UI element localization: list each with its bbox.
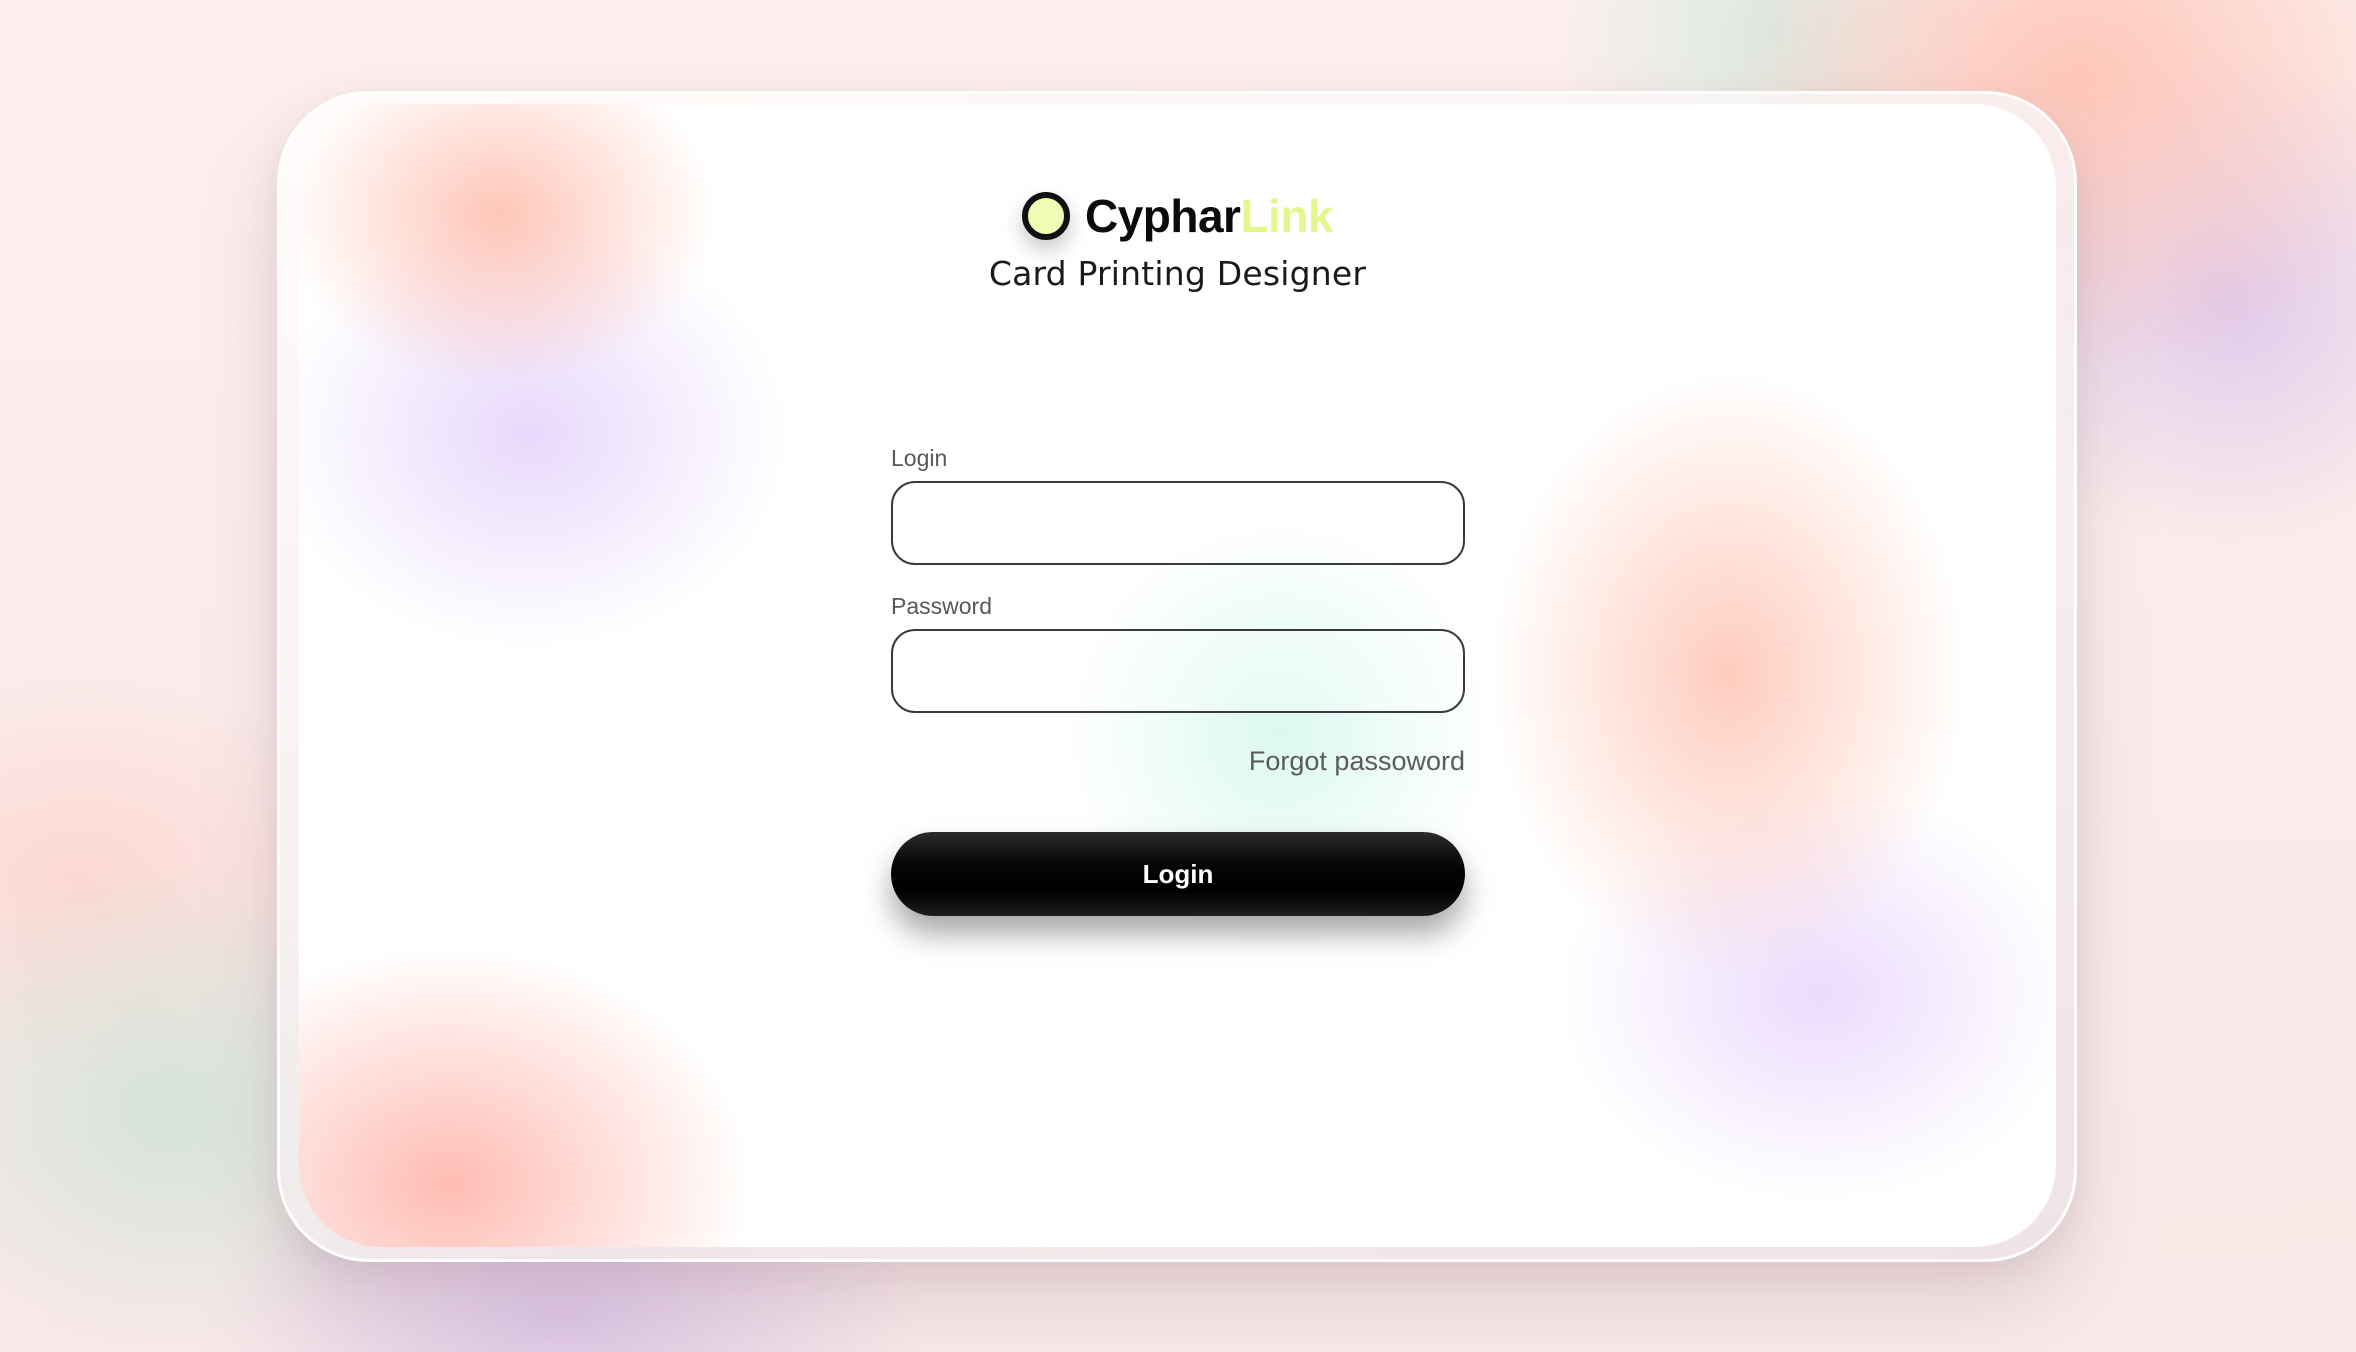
- login-input[interactable]: [891, 481, 1465, 565]
- brand-name-primary: Cyphar: [1084, 190, 1241, 242]
- forgot-password-link[interactable]: Forgot passoword: [1235, 746, 1465, 777]
- login-card: CypharLink Card Printing Designer Login …: [299, 104, 2056, 1247]
- password-input[interactable]: [891, 629, 1465, 713]
- password-label: Password: [891, 593, 992, 619]
- brand-name-accent: Link: [1240, 190, 1334, 242]
- brand-header: CypharLink: [299, 192, 2056, 240]
- ring-logo-icon: [1021, 192, 1070, 240]
- brand-name: CypharLink: [1084, 190, 1334, 242]
- login-label: Login: [891, 445, 948, 471]
- login-button[interactable]: Login: [891, 832, 1465, 916]
- app-subtitle: Card Printing Designer: [988, 254, 1367, 293]
